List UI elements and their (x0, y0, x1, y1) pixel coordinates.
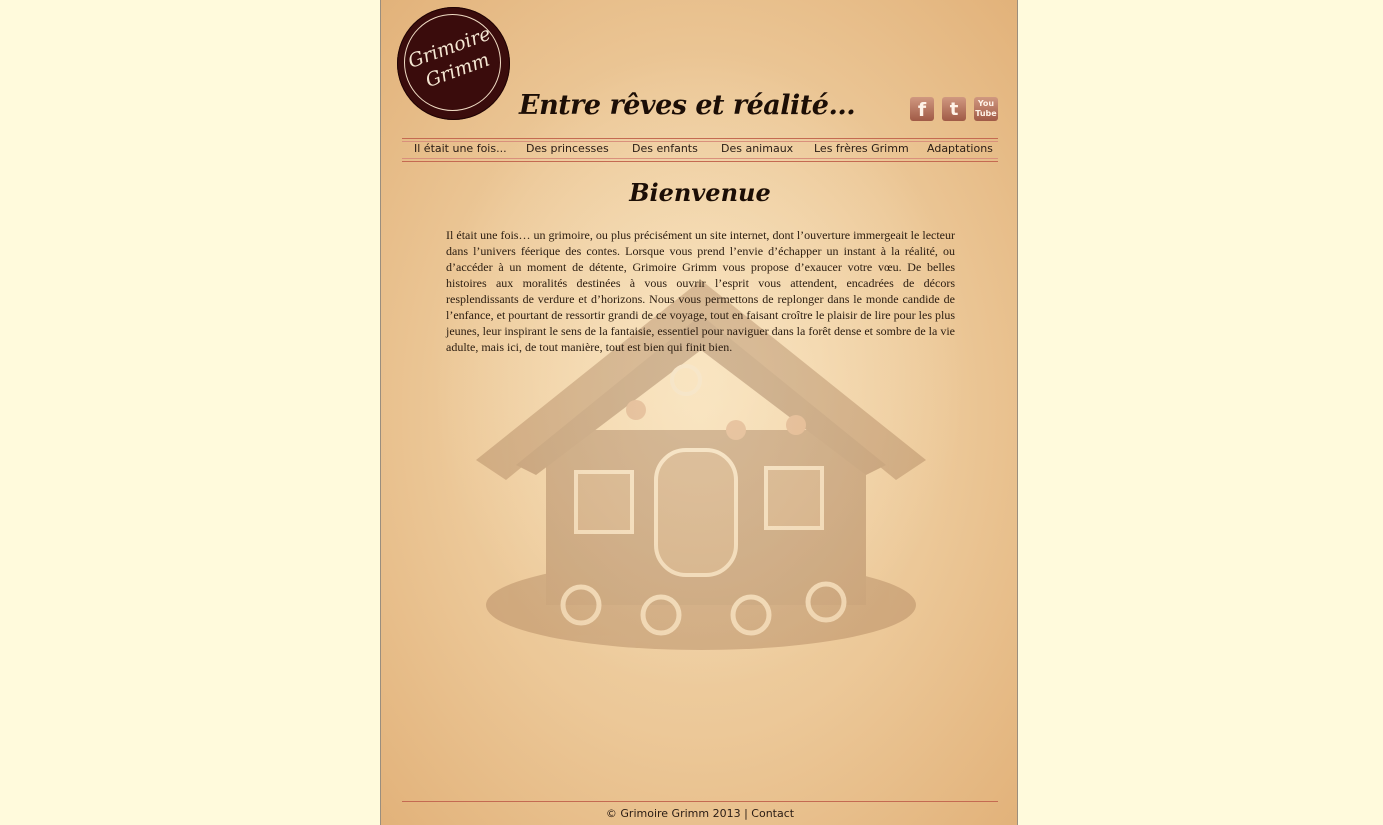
footer-divider (402, 801, 998, 802)
youtube-icon[interactable]: You Tube (974, 97, 998, 121)
site-logo[interactable]: Grimoire Grimm (397, 7, 510, 120)
footer-separator: | (744, 807, 748, 820)
nav-item-les-freres-grimm[interactable]: Les frères Grimm (814, 142, 909, 155)
nav-item-il-etait-une-fois[interactable]: Il était une fois... (414, 142, 507, 155)
site-tagline: Entre rêves et réalité... (519, 90, 856, 121)
youtube-label-top: You (977, 99, 995, 108)
nav-item-adaptations[interactable]: Adaptations (927, 142, 993, 155)
page-title: Bienvenue (629, 178, 771, 207)
facebook-icon[interactable]: f (910, 97, 934, 121)
nav-item-des-enfants[interactable]: Des enfants (632, 142, 698, 155)
youtube-label-bottom: Tube (975, 109, 997, 118)
footer-copyright: © Grimoire Grimm 2013 (605, 807, 741, 820)
page-container: Grimoire Grimm Entre rêves et réalité...… (380, 0, 1018, 825)
main-nav: Il était une fois... Des princesses Des … (402, 138, 998, 162)
footer: © Grimoire Grimm 2013 | Contact (381, 807, 1017, 820)
contact-link[interactable]: Contact (751, 807, 794, 820)
nav-item-des-animaux[interactable]: Des animaux (721, 142, 793, 155)
nav-item-des-princesses[interactable]: Des princesses (526, 142, 609, 155)
welcome-text: Il était une fois… un grimoire, ou plus … (446, 228, 955, 354)
twitter-icon[interactable]: t (942, 97, 966, 121)
